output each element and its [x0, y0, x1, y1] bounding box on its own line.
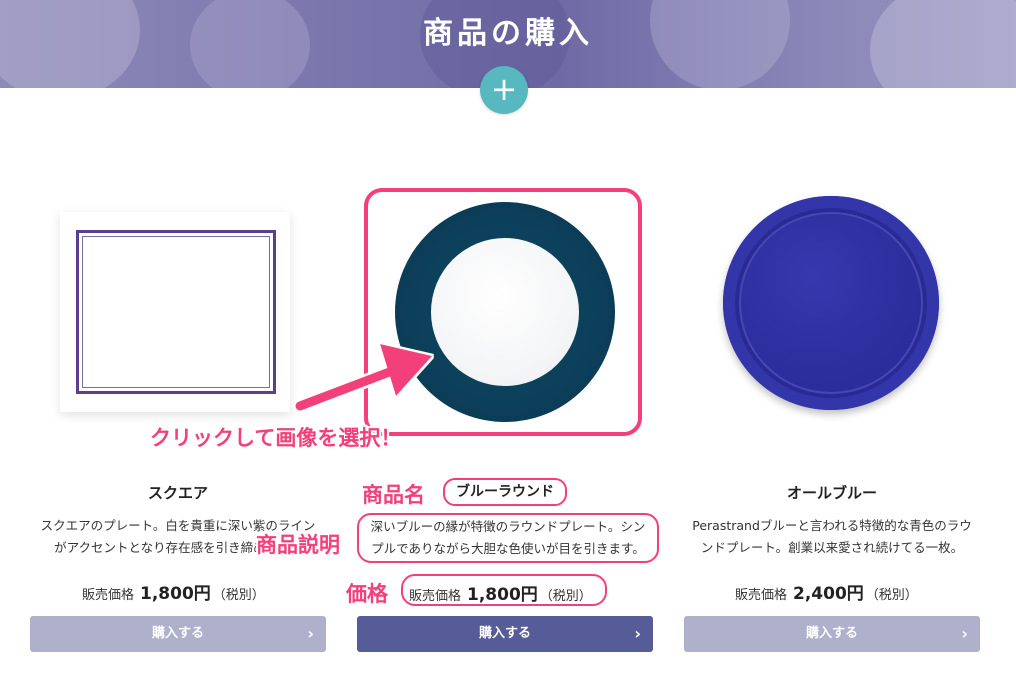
page-title: 商品の購入	[423, 16, 593, 51]
annotation-price-label: 価格	[346, 582, 388, 606]
product-price: 販売価格 2,400円 （税別）	[735, 579, 918, 604]
buy-button-blue-round[interactable]: 購入する ›	[357, 616, 653, 652]
product-price: 販売価格 1,800円 （税別）	[401, 574, 607, 606]
buy-button-label: 購入する	[151, 626, 204, 641]
click-instruction: クリックして画像を選択！	[150, 426, 402, 450]
price-amount: 2,400円	[793, 584, 864, 604]
chevron-right-icon: ›	[307, 624, 314, 643]
product-price: 販売価格 1,800円 （税別）	[82, 579, 265, 604]
tax-note: （税別）	[212, 588, 265, 603]
price-amount: 1,800円	[467, 585, 538, 605]
price-amount: 1,800円	[140, 584, 211, 604]
price-prefix: 販売価格	[82, 588, 135, 603]
description-line: プルでありながら大胆な色使いが目を引きます。	[371, 541, 645, 556]
product-description: Perastrandブルーと言われる特徴的な青色のラウ ンドプレート。創業以来愛…	[684, 515, 980, 559]
square-plate-image[interactable]	[60, 212, 290, 412]
description-line: 深いブルーの縁が特徴のラウンドプレート。シン	[370, 519, 646, 534]
all-blue-plate-image[interactable]	[723, 196, 939, 410]
plate-rim	[739, 212, 923, 394]
buy-button-all-blue[interactable]: 購入する ›	[684, 616, 980, 652]
buy-button-square[interactable]: 購入する ›	[30, 616, 326, 652]
tax-note: （税別）	[539, 589, 592, 604]
plus-icon[interactable]: +	[480, 66, 528, 114]
buy-button-label: 購入する	[478, 626, 531, 641]
annotation-name-label: 商品名	[362, 483, 425, 507]
selected-image-highlight	[364, 188, 642, 436]
description-line: Perastrandブルーと言われる特徴的な青色のラウ	[692, 518, 972, 533]
product-name: ブルーラウンド	[443, 478, 567, 506]
annotation-description-label: 商品説明	[256, 533, 340, 557]
chevron-right-icon: ›	[961, 624, 968, 643]
description-line: ンドプレート。創業以来愛され続けてる一枚。	[700, 540, 964, 555]
price-prefix: 販売価格	[735, 588, 788, 603]
buy-button-label: 購入する	[805, 626, 858, 641]
chevron-right-icon: ›	[634, 624, 641, 643]
tax-note: （税別）	[865, 588, 918, 603]
price-prefix: 販売価格	[409, 589, 462, 604]
product-description: 深いブルーの縁が特徴のラウンドプレート。シン プルでありながら大胆な色使いが目を…	[357, 513, 659, 563]
plate-border	[76, 230, 276, 394]
product-name: スクエア	[147, 484, 208, 502]
product-name: オールブルー	[786, 484, 877, 502]
